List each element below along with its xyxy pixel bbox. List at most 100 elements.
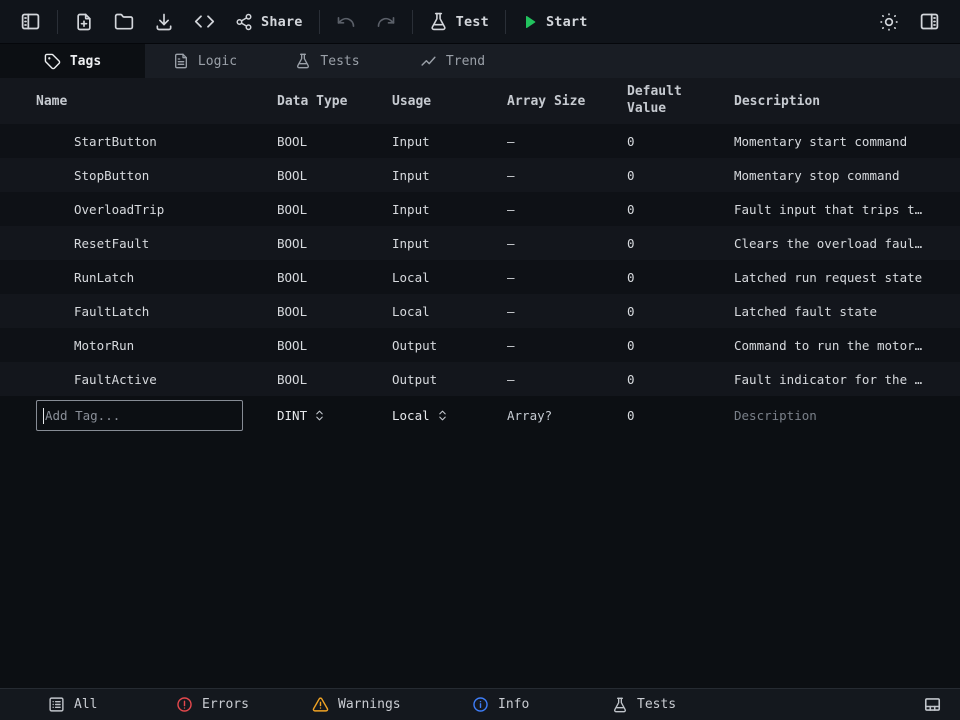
toolbar-divider [505,10,506,34]
tag-usage: Input [381,236,496,251]
tag-usage: Input [381,134,496,149]
tag-name: OverloadTrip [36,202,266,217]
column-header-usage: Usage [381,94,496,109]
file-plus-icon [74,12,94,32]
status-filter-tests[interactable]: Tests [612,697,676,713]
add-tag-description-field[interactable]: Description [726,408,924,423]
tag-name: FaultActive [36,372,266,387]
table-row[interactable]: ResetFault BOOL Input – 0 Clears the ove… [0,226,960,260]
table-row[interactable]: StartButton BOOL Input – 0 Momentary sta… [0,124,960,158]
table-row[interactable]: FaultLatch BOOL Local – 0 Latched fault … [0,294,960,328]
tab-tests[interactable]: Tests [265,44,390,78]
toggle-bottom-panel-button[interactable] [923,695,942,714]
tab-trend-label: Trend [446,54,485,69]
tag-default-value: 0 [616,134,726,149]
tag-data-type: BOOL [266,372,381,387]
toolbar-divider [57,10,58,34]
add-tag-default-value[interactable]: 0 [616,408,726,423]
info-icon [472,696,489,713]
tag-default-value: 0 [616,236,726,251]
add-tag-usage-select[interactable]: Local [381,408,496,423]
start-button[interactable]: Start [518,10,592,34]
add-tag-usage-value: Local [392,408,430,423]
theme-toggle-button[interactable] [875,8,903,36]
alert-triangle-icon [312,696,329,713]
tag-description: Fault input that trips t… [726,202,924,217]
chevrons-up-down-icon [436,409,449,422]
test-button[interactable]: Test [425,8,493,35]
tag-array-size: – [496,202,616,217]
tag-usage: Input [381,168,496,183]
toggle-right-panel-button[interactable] [915,7,944,36]
share-button-label: Share [261,14,303,30]
column-header-name: Name [36,94,266,109]
tag-description: Latched fault state [726,304,924,319]
tags-table-body: StartButton BOOL Input – 0 Momentary sta… [0,124,960,396]
code-icon [194,11,215,32]
download-button[interactable] [150,8,178,36]
table-row[interactable]: FaultActive BOOL Output – 0 Fault indica… [0,362,960,396]
sun-icon [879,12,899,32]
tag-data-type: BOOL [266,168,381,183]
tag-description: Latched run request state [726,270,924,285]
flask-icon [295,53,311,69]
redo-icon [376,12,396,32]
tab-tags[interactable]: Tags [0,44,145,78]
tag-data-type: BOOL [266,270,381,285]
new-file-button[interactable] [70,8,98,36]
tag-array-size: – [496,304,616,319]
flask-icon [612,697,628,713]
table-row[interactable]: RunLatch BOOL Local – 0 Latched run requ… [0,260,960,294]
tag-data-type: BOOL [266,202,381,217]
tag-name: ResetFault [36,236,266,251]
status-filter-all-label: All [74,697,97,712]
tag-array-size: – [496,236,616,251]
toggle-left-panel-button[interactable] [16,7,45,36]
tag-description: Fault indicator for the … [726,372,924,387]
open-folder-button[interactable] [110,8,138,36]
undo-icon [336,12,356,32]
tag-array-size: – [496,372,616,387]
status-filter-all[interactable]: All [48,696,176,713]
tab-logic[interactable]: Logic [145,44,265,78]
redo-button[interactable] [372,8,400,36]
tag-default-value: 0 [616,372,726,387]
status-filter-warnings[interactable]: Warnings [312,696,472,713]
tag-description: Command to run the motor… [726,338,924,353]
status-filter-info[interactable]: Info [472,696,612,713]
column-header-array-size: Array Size [496,94,616,109]
share-button[interactable]: Share [231,9,307,35]
status-filter-errors[interactable]: Errors [176,696,312,713]
share-icon [235,13,253,31]
tag-name: MotorRun [36,338,266,353]
table-row[interactable]: OverloadTrip BOOL Input – 0 Fault input … [0,192,960,226]
add-tag-array-toggle[interactable]: Array? [496,408,616,423]
add-tag-input[interactable] [36,400,243,431]
code-view-button[interactable] [190,7,219,36]
status-filter-warnings-label: Warnings [338,697,401,712]
chevrons-up-down-icon [313,409,326,422]
editor-tabbar: Tags Logic Tests Trend [0,44,960,78]
tag-array-size: – [496,168,616,183]
tag-usage: Output [381,372,496,387]
add-tag-datatype-select[interactable]: DINT [266,408,381,423]
tag-array-size: – [496,338,616,353]
tag-default-value: 0 [616,270,726,285]
folder-icon [114,12,134,32]
tag-data-type: BOOL [266,338,381,353]
tag-default-value: 0 [616,202,726,217]
tag-default-value: 0 [616,338,726,353]
trend-line-icon [420,53,437,70]
status-bar: All Errors Warnings Info Tests [0,688,960,720]
text-caret [43,408,44,424]
tag-usage: Local [381,304,496,319]
undo-button[interactable] [332,8,360,36]
panel-left-icon [20,11,41,32]
tag-usage: Output [381,338,496,353]
tab-tags-label: Tags [70,54,101,69]
table-row[interactable]: StopButton BOOL Input – 0 Momentary stop… [0,158,960,192]
table-row[interactable]: MotorRun BOOL Output – 0 Command to run … [0,328,960,362]
start-button-label: Start [546,14,588,30]
tab-trend[interactable]: Trend [390,44,515,78]
file-text-icon [173,53,189,69]
